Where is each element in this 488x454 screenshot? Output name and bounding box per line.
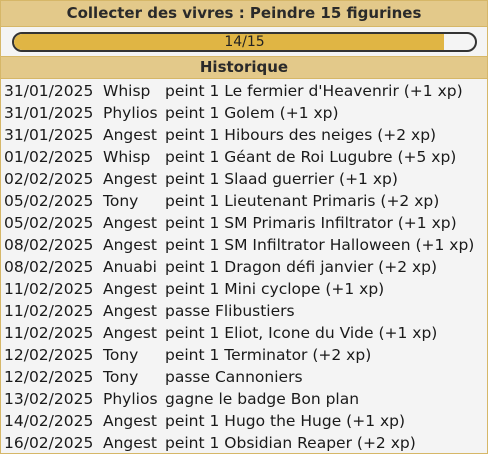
history-date: 31/01/2025	[4, 82, 94, 100]
history-action: peint 1 Mini cyclope (+1 xp)	[165, 280, 385, 298]
history-user: Angest	[103, 126, 157, 144]
quest-title: Collecter des vivres : Peindre 15 figuri…	[1, 1, 487, 27]
history-row: 31/01/2025 Angest peint 1 Hibours des neig…	[1, 124, 487, 146]
history-row: 14/02/2025 Angest peint 1 Hugo the Huge (+…	[1, 410, 487, 432]
history-action: peint 1 Slaad guerrier (+1 xp)	[165, 170, 398, 188]
history-action: passe Flibustiers	[165, 302, 295, 320]
history-user: Angest	[103, 302, 157, 320]
history-user: Angest	[103, 412, 157, 430]
history-row: 05/02/2025 Tony peint 1 Lieutenant Primari…	[1, 190, 487, 212]
progress-row: 14/15	[1, 27, 487, 56]
history-action: peint 1 Terminator (+2 xp)	[165, 346, 372, 364]
history-action: passe Cannoniers	[165, 368, 303, 386]
history-user: Angest	[103, 236, 157, 254]
history-user: Tony	[103, 192, 139, 210]
history-date: 14/02/2025	[4, 412, 94, 430]
history-user: Phylios	[103, 390, 158, 408]
history-title: Historique	[1, 56, 487, 79]
history-user: Angest	[103, 324, 157, 342]
history-action: peint 1 Géant de Roi Lugubre (+5 xp)	[165, 148, 457, 166]
history-date: 31/01/2025	[4, 104, 94, 122]
history-date: 01/02/2025	[4, 148, 94, 166]
history-row: 11/02/2025 Angest peint 1 Mini cyclope (+1…	[1, 278, 487, 300]
history-date: 11/02/2025	[4, 280, 94, 298]
history-user: Anuabi	[103, 258, 157, 276]
history-row: 01/02/2025 Whisp peint 1 Géant de Roi Lugu…	[1, 146, 487, 168]
history-row: 05/02/2025 Angest peint 1 SM Primaris Infi…	[1, 212, 487, 234]
history-action: peint 1 Dragon défi janvier (+2 xp)	[165, 258, 438, 276]
history-action: peint 1 Eliot, Icone du Vide (+1 xp)	[165, 324, 438, 342]
history-action: peint 1 Obsidian Reaper (+2 xp)	[165, 434, 416, 452]
history-row: 11/02/2025 Angest peint 1 Eliot, Icone du …	[1, 322, 487, 344]
history-date: 16/02/2025	[4, 434, 94, 452]
history-user: Whisp	[103, 148, 151, 166]
history-action: peint 1 Golem (+1 xp)	[165, 104, 339, 122]
history-user: Tony	[103, 368, 139, 386]
history-user: Angest	[103, 170, 157, 188]
history-row: 16/02/2025 Angest peint 1 Obsidian Reaper …	[1, 432, 487, 453]
quest-panel: Collecter des vivres : Peindre 15 figuri…	[0, 0, 488, 454]
history-row: 12/02/2025 Tony passe Cannoniers	[1, 366, 487, 388]
history-date: 08/02/2025	[4, 236, 94, 254]
history-date: 12/02/2025	[4, 368, 94, 386]
history-action: gagne le badge Bon plan	[165, 390, 360, 408]
history-row: 12/02/2025 Tony peint 1 Terminator (+2 xp)	[1, 344, 487, 366]
history-date: 31/01/2025	[4, 126, 94, 144]
history-date: 11/02/2025	[4, 324, 94, 342]
history-row: 31/01/2025 Whisp peint 1 Le fermier d'Heav…	[1, 80, 487, 102]
history-user: Whisp	[103, 82, 151, 100]
history-action: peint 1 SM Primaris Infiltrator (+1 xp)	[165, 214, 457, 232]
history-date: 11/02/2025	[4, 302, 94, 320]
progress-bar: 14/15	[12, 32, 477, 52]
progress-text: 14/15	[224, 34, 265, 50]
history-date: 13/02/2025	[4, 390, 94, 408]
history-date: 05/02/2025	[4, 214, 94, 232]
history-user: Angest	[103, 280, 157, 298]
history-row: 08/02/2025 Angest peint 1 SM Infiltrator H…	[1, 234, 487, 256]
history-user: Phylios	[103, 104, 158, 122]
history-date: 12/02/2025	[4, 346, 94, 364]
history-user: Tony	[103, 346, 139, 364]
history-date: 05/02/2025	[4, 192, 94, 210]
history-action: peint 1 Lieutenant Primaris (+2 xp)	[165, 192, 440, 210]
history-action: peint 1 Hibours des neiges (+2 xp)	[165, 126, 437, 144]
history-row: 31/01/2025 Phylios peint 1 Golem (+1 xp)	[1, 102, 487, 124]
history-date: 08/02/2025	[4, 258, 94, 276]
history-date: 02/02/2025	[4, 170, 94, 188]
history-user: Angest	[103, 434, 157, 452]
history-list: 31/01/2025 Whisp peint 1 Le fermier d'Heav…	[1, 79, 487, 453]
history-row: 02/02/2025 Angest peint 1 Slaad guerrier (…	[1, 168, 487, 190]
history-user: Angest	[103, 214, 157, 232]
history-row: 13/02/2025 Phylios gagne le badge Bon plan	[1, 388, 487, 410]
history-row: 08/02/2025 Anuabi peint 1 Dragon défi janv…	[1, 256, 487, 278]
history-action: peint 1 Le fermier d'Heavenrir (+1 xp)	[165, 82, 463, 100]
history-action: peint 1 SM Infiltrator Halloween (+1 xp)	[165, 236, 475, 254]
history-row: 11/02/2025 Angest passe Flibustiers	[1, 300, 487, 322]
history-action: peint 1 Hugo the Huge (+1 xp)	[165, 412, 406, 430]
